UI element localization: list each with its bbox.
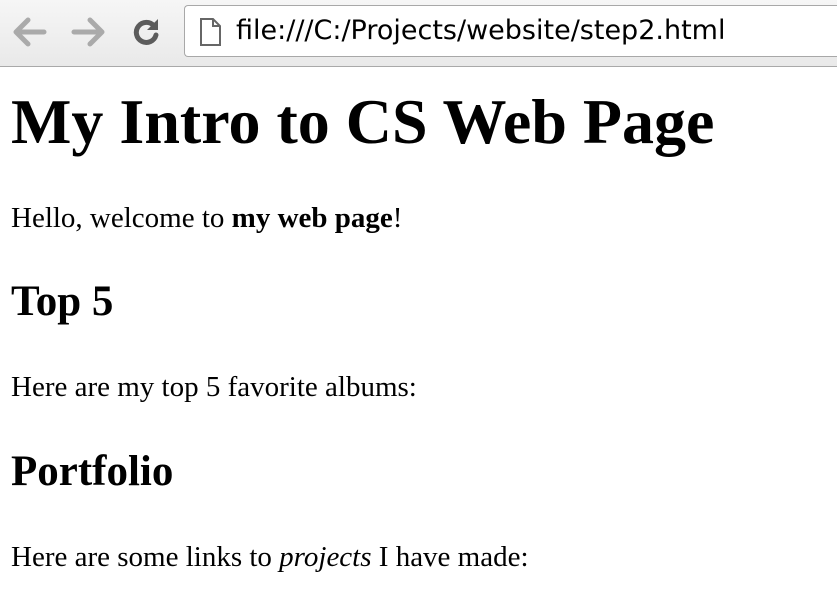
back-button[interactable] — [12, 14, 48, 50]
portfolio-text-end: I have made: — [371, 541, 529, 573]
forward-arrow-icon — [71, 17, 105, 47]
forward-button[interactable] — [70, 14, 106, 50]
reload-button[interactable] — [128, 14, 164, 50]
intro-text-start: Hello, welcome to — [11, 202, 232, 234]
intro-bold-text: my web page — [231, 202, 393, 234]
projects-italic-text: projects — [279, 541, 372, 573]
top5-heading: Top 5 — [11, 278, 114, 325]
portfolio-heading: Portfolio — [11, 448, 174, 495]
portfolio-paragraph: Here are some links to projects I have m… — [11, 540, 529, 574]
intro-paragraph: Hello, welcome to my web page! — [11, 201, 402, 235]
reload-icon — [133, 19, 159, 45]
page-title: My Intro to CS Web Page — [11, 86, 715, 157]
intro-text-end: ! — [392, 202, 403, 234]
albums-paragraph: Here are my top 5 favorite albums: — [11, 371, 417, 403]
back-arrow-icon — [13, 17, 47, 47]
address-bar[interactable]: file:///C:/Projects/website/step2.html — [184, 5, 837, 57]
address-url[interactable]: file:///C:/Projects/website/step2.html — [236, 14, 725, 48]
portfolio-text-start: Here are some links to — [11, 541, 280, 573]
browser-toolbar: file:///C:/Projects/website/step2.html — [0, 0, 837, 67]
page-icon — [200, 18, 221, 46]
